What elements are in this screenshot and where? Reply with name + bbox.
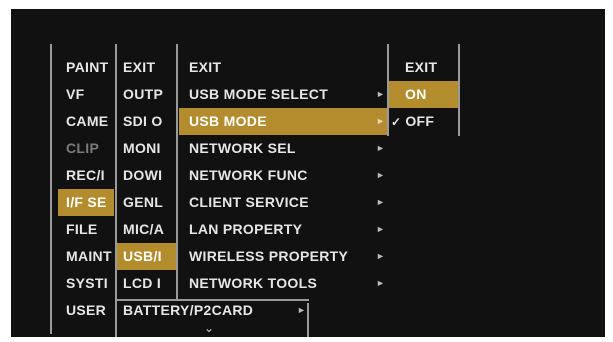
menu-item-down-conv[interactable]: DOWI (116, 162, 177, 189)
chevron-right-icon: ► (376, 278, 385, 288)
option-on[interactable]: ON (389, 81, 459, 108)
menu-item-lan-property[interactable]: LAN PROPERTY (179, 216, 387, 243)
menu-divider (176, 44, 178, 299)
menu-item-exit[interactable]: EXIT (179, 54, 387, 81)
chevron-right-icon: ► (376, 224, 385, 234)
menu-item-exit[interactable]: EXIT (116, 54, 177, 81)
menu-item-monitor[interactable]: MONI (116, 135, 177, 162)
menu-item-camera[interactable]: CAME (58, 108, 114, 135)
chevron-right-icon: ► (376, 170, 385, 180)
menu-item-client-service[interactable]: CLIENT SERVICE (179, 189, 387, 216)
chevron-right-icon: ► (376, 116, 385, 126)
chevron-right-icon: ► (376, 251, 385, 261)
option-label: OFF (405, 113, 435, 129)
chevron-right-icon: ► (376, 143, 385, 153)
menu-item-user[interactable]: USER (58, 297, 114, 324)
menu-item-system[interactable]: SYSTI (58, 270, 114, 297)
menu-item-file[interactable]: FILE (58, 216, 114, 243)
menu-item-network-tools[interactable]: NETWORK TOOLS (179, 270, 387, 297)
menu-item-sdi-out[interactable]: SDI O (116, 108, 177, 135)
chevron-right-icon: ► (376, 197, 385, 207)
menu-divider (117, 299, 309, 301)
chevron-right-icon: ► (376, 89, 385, 99)
chevron-right-icon: ► (297, 305, 306, 315)
menu-item-rec[interactable]: REC/I (58, 162, 114, 189)
menu-item-lcd[interactable]: LCD I (116, 270, 177, 297)
menu-item-genlock[interactable]: GENL (116, 189, 177, 216)
menu-divider (50, 44, 52, 334)
menu-divider (458, 44, 460, 136)
menu-divider (387, 44, 389, 136)
menu-item-usb-network[interactable]: USB/I (116, 243, 177, 270)
menu-item-output[interactable]: OUTP (116, 81, 177, 108)
menu-divider (115, 44, 117, 337)
menu-item-battery-p2card[interactable]: BATTERY/P2CARD (116, 297, 311, 324)
camera-menu-screen: PAINT VF CAME CLIP REC/I I/F SE FILE MAI… (11, 9, 605, 337)
menu-item-network-func[interactable]: NETWORK FUNC (179, 162, 387, 189)
menu-item-usb-mode[interactable]: USB MODE (179, 108, 387, 135)
menu-item-paint[interactable]: PAINT (58, 54, 114, 81)
option-off[interactable]: ✓ OFF (389, 108, 459, 135)
menu-item-maintenance[interactable]: MAINT (58, 243, 114, 270)
check-icon: ✓ (391, 115, 402, 129)
menu-item-if-setup[interactable]: I/F SE (58, 189, 114, 216)
menu-item-vf[interactable]: VF (58, 81, 114, 108)
menu-item-clip: CLIP (66, 140, 100, 156)
menu-item-wireless-property[interactable]: WIRELESS PROPERTY (179, 243, 387, 270)
menu-divider (307, 303, 309, 337)
chevron-down-icon: ⌄ (204, 321, 215, 335)
option-exit[interactable]: EXIT (389, 54, 459, 81)
menu-item-label: BATTERY/P2CARD (123, 302, 254, 318)
menu-item-network-sel[interactable]: NETWORK SEL (179, 135, 387, 162)
menu-item-mic-audio[interactable]: MIC/A (116, 216, 177, 243)
menu-item-usb-mode-select[interactable]: USB MODE SELECT (179, 81, 387, 108)
